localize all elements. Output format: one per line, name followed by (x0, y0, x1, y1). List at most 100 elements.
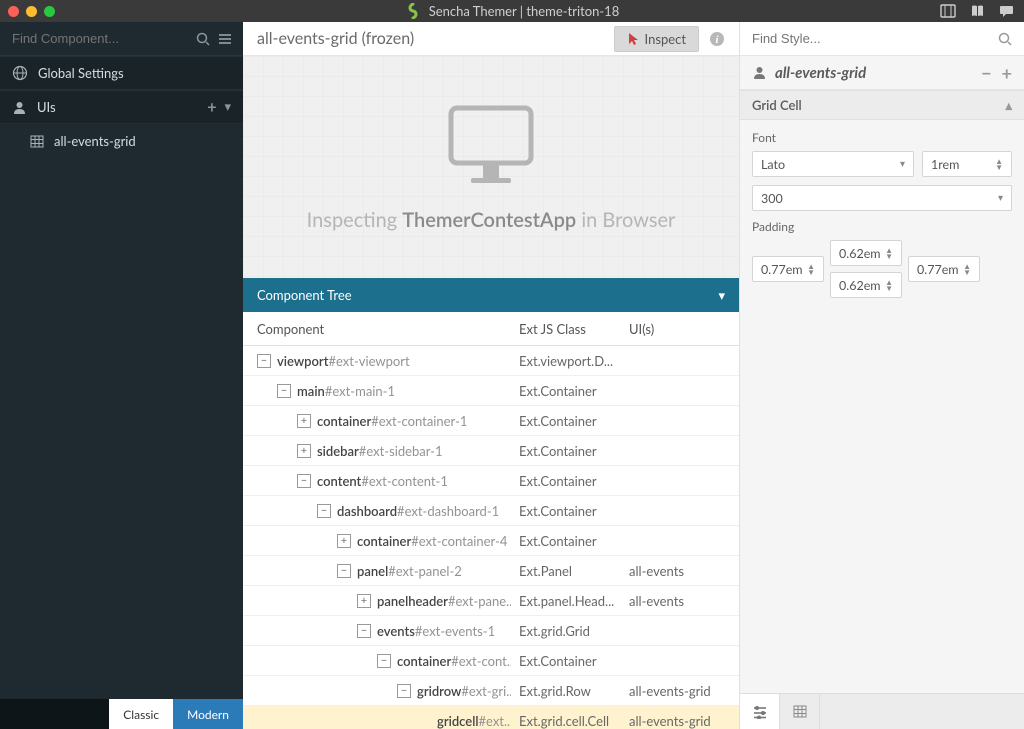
tree-node-name: panelheader (377, 593, 448, 609)
padding-right-value: 0.77em (917, 262, 959, 277)
tree-node-id: #ext-pane... (448, 593, 511, 609)
sliders-view-button[interactable] (740, 694, 780, 729)
collapse-icon[interactable]: − (297, 474, 311, 488)
sidebar-uis-section[interactable]: UIs + ▾ (0, 90, 243, 124)
collapse-icon[interactable]: − (357, 624, 371, 638)
padding-top-field[interactable]: 0.62em ▲▼ (830, 240, 902, 266)
collapse-button[interactable]: − (981, 62, 991, 84)
tree-row[interactable]: +container#ext-container-4Ext.Container (243, 526, 739, 556)
collapse-icon[interactable]: − (377, 654, 391, 668)
center-header: all-events-grid (frozen) Inspect i (243, 22, 739, 56)
inspector-title: all-events-grid (775, 64, 866, 82)
info-icon[interactable]: i (709, 31, 725, 47)
expand-icon[interactable]: + (337, 534, 351, 548)
expand-icon[interactable]: + (297, 444, 311, 458)
tree-cell-component: −content#ext-content-1 (243, 473, 511, 489)
tree-row[interactable]: −content#ext-content-1Ext.Container (243, 466, 739, 496)
tree-row[interactable]: gridcell#ext...Ext.grid.cell.Cellall-eve… (243, 706, 739, 729)
sencha-logo-icon (405, 3, 421, 19)
caret-down-icon: ▾ (900, 158, 905, 170)
font-family-select[interactable]: Lato ▾ (752, 151, 914, 177)
book-icon[interactable] (970, 4, 985, 18)
tree-cell-class: Ext.grid.Row (511, 683, 621, 699)
tree-node-name: panel (357, 563, 388, 579)
collapse-icon[interactable]: − (257, 354, 271, 368)
tab-modern[interactable]: Modern (173, 699, 243, 729)
close-window-button[interactable] (8, 6, 19, 17)
font-weight-value: 300 (761, 191, 783, 206)
padding-bottom-field[interactable]: 0.62em ▲▼ (830, 272, 902, 298)
font-size-field[interactable]: 1rem ▲▼ (922, 151, 1012, 177)
window-controls (8, 6, 55, 17)
add-ui-button[interactable]: + (207, 98, 216, 117)
monitor-icon (441, 103, 541, 193)
inspect-text: Inspecting ThemerContestApp in Browser (307, 208, 676, 232)
tree-row[interactable]: +sidebar#ext-sidebar-1Ext.Container (243, 436, 739, 466)
tree-row[interactable]: +container#ext-container-1Ext.Container (243, 406, 739, 436)
search-icon[interactable] (196, 32, 210, 46)
tree-node-name: sidebar (317, 443, 359, 459)
col-class[interactable]: Ext JS Class (511, 321, 621, 337)
film-icon[interactable] (940, 4, 956, 18)
menu-icon[interactable] (218, 33, 232, 45)
tree-cell-component: −panel#ext-panel-2 (243, 563, 511, 579)
ui-menu-caret[interactable]: ▾ (224, 98, 231, 117)
tree-cell-component: −dashboard#ext-dashboard-1 (243, 503, 511, 519)
tree-cell-class: Ext.Container (511, 443, 621, 459)
col-uis[interactable]: UI(s) (621, 321, 739, 337)
font-label: Font (752, 130, 1012, 145)
maximize-window-button[interactable] (44, 6, 55, 17)
collapse-icon[interactable]: − (277, 384, 291, 398)
tree-row[interactable]: −container#ext-cont...Ext.Container (243, 646, 739, 676)
tree-row[interactable]: −panel#ext-panel-2Ext.Panelall-events (243, 556, 739, 586)
chat-icon[interactable] (999, 4, 1014, 18)
tree-node-name: main (297, 383, 325, 399)
sidebar-ui-item-all-events-grid[interactable]: all-events-grid (0, 124, 243, 158)
tree-cell-component: +sidebar#ext-sidebar-1 (243, 443, 511, 459)
collapse-icon[interactable]: − (337, 564, 351, 578)
stepper-icon: ▲▼ (963, 263, 971, 275)
section-grid-cell[interactable]: Grid Cell ▴ (740, 90, 1024, 120)
tree-row[interactable]: −viewport#ext-viewportExt.viewport.D... (243, 346, 739, 376)
expand-icon[interactable]: + (357, 594, 371, 608)
tree-node-id: #ext-content-1 (361, 473, 448, 489)
padding-top-value: 0.62em (839, 246, 881, 261)
col-component[interactable]: Component (243, 321, 511, 337)
padding-left-field[interactable]: 0.77em ▲▼ (752, 256, 824, 282)
tab-classic[interactable]: Classic (109, 699, 173, 729)
tree-node-name: gridcell (437, 713, 479, 729)
tree-cell-class: Ext.viewport.D... (511, 353, 621, 369)
inspect-button[interactable]: Inspect (614, 26, 699, 52)
tree-row[interactable]: −dashboard#ext-dashboard-1Ext.Container (243, 496, 739, 526)
font-weight-select[interactable]: 300 ▾ (752, 185, 1012, 211)
collapse-icon[interactable]: − (397, 684, 411, 698)
tree-node-name: dashboard (337, 503, 397, 519)
grid-view-button[interactable] (780, 694, 820, 729)
tree-node-name: container (397, 653, 451, 669)
tree-node-name: events (377, 623, 415, 639)
chevron-down-icon: ▾ (718, 287, 725, 304)
global-settings-label: Global Settings (38, 65, 124, 81)
grid-icon (30, 135, 44, 148)
add-section-button[interactable]: + (1002, 62, 1012, 84)
tree-row[interactable]: −gridrow#ext-gri...Ext.grid.Rowall-event… (243, 676, 739, 706)
component-search-input[interactable] (12, 31, 188, 46)
style-search-input[interactable] (752, 31, 998, 46)
component-tree-header[interactable]: Component Tree ▾ (243, 278, 739, 312)
sidebar-global-settings[interactable]: Global Settings (0, 56, 243, 90)
titlebar-actions (940, 4, 1014, 18)
padding-right-field[interactable]: 0.77em ▲▼ (908, 256, 980, 282)
tree-cell-class: Ext.grid.cell.Cell (511, 713, 621, 729)
tree-row[interactable]: +panelheader#ext-pane...Ext.panel.Head..… (243, 586, 739, 616)
search-icon[interactable] (998, 32, 1012, 46)
tree-row[interactable]: −main#ext-main-1Ext.Container (243, 376, 739, 406)
minimize-window-button[interactable] (26, 6, 37, 17)
collapse-icon[interactable]: − (317, 504, 331, 518)
expand-icon[interactable]: + (297, 414, 311, 428)
tree-node-id: #ext-viewport (328, 353, 409, 369)
tree-cell-component: + panelheader#ext-pane... (243, 593, 511, 609)
tree-row[interactable]: −events#ext-events-1Ext.grid.Grid (243, 616, 739, 646)
tree-cell-class: Ext.Container (511, 413, 621, 429)
tree-cell-component: +container#ext-container-4 (243, 533, 511, 549)
tree-node-id: #ext-container-4 (411, 533, 507, 549)
